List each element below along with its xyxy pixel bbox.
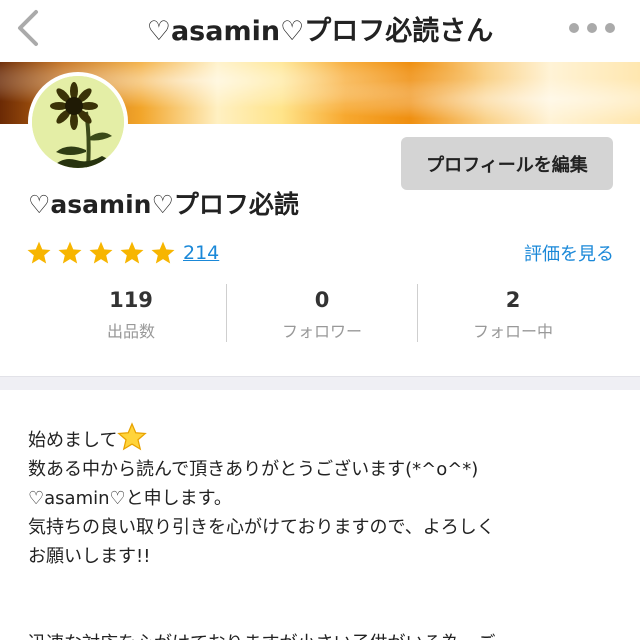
top-navigation-bar: ♡asamin♡プロフ必読さん xyxy=(0,0,640,62)
bio-line: ♡asamin♡と申します。 xyxy=(28,488,232,509)
ellipsis-icon[interactable] xyxy=(566,16,618,40)
stat-value: 0 xyxy=(314,288,330,312)
review-count-link[interactable]: 214 xyxy=(183,242,219,264)
bio-paragraph-gap xyxy=(28,571,628,629)
rating-stars: 214 xyxy=(26,240,219,266)
profile-bio: 始めまして 数ある中から読んで頂きありがとうございます(*^o^*) ♡asam… xyxy=(28,422,628,640)
star-emoji-icon xyxy=(117,422,148,451)
star-icon xyxy=(58,241,82,264)
stat-label: 出品数 xyxy=(106,322,155,341)
avatar[interactable] xyxy=(28,72,128,172)
edit-profile-button[interactable]: プロフィールを編集 xyxy=(401,137,613,190)
stat-value: 119 xyxy=(109,288,153,312)
bio-line: お願いします!! xyxy=(28,546,151,567)
page-title: ♡asamin♡プロフ必読さん xyxy=(146,16,494,47)
bio-line: 始めまして xyxy=(28,422,628,455)
sunflower-avatar-image xyxy=(32,76,124,168)
profile-name: ♡asamin♡プロフ必読 xyxy=(28,190,299,219)
bio-line-text: 始めまして xyxy=(28,430,118,451)
stats-row: 119 出品数 0 フォロワー 2 フォロー中 xyxy=(36,284,608,342)
view-ratings-link[interactable]: 評価を見る xyxy=(524,240,614,266)
section-divider xyxy=(0,376,640,390)
stat-listings[interactable]: 119 出品数 xyxy=(36,284,226,342)
chevron-left-icon[interactable] xyxy=(14,8,44,48)
star-icon xyxy=(151,241,175,264)
stat-following[interactable]: 2 フォロー中 xyxy=(417,284,608,342)
stat-value: 2 xyxy=(505,288,521,312)
star-icon xyxy=(120,241,144,264)
star-icon xyxy=(27,241,51,264)
bio-line: 迅速な対応を心がけておりますが小さい子供がいる為、ご xyxy=(28,629,628,640)
bio-line: 気持ちの良い取り引きを心がけておりますので、よろしく xyxy=(28,517,495,538)
stat-label: フォロワー xyxy=(281,322,362,341)
bio-line: 数ある中から読んで頂きありがとうございます(*^o^*) xyxy=(28,459,479,480)
stat-followers[interactable]: 0 フォロワー xyxy=(226,284,417,342)
stat-label: フォロー中 xyxy=(472,322,553,341)
star-icon xyxy=(89,241,113,264)
